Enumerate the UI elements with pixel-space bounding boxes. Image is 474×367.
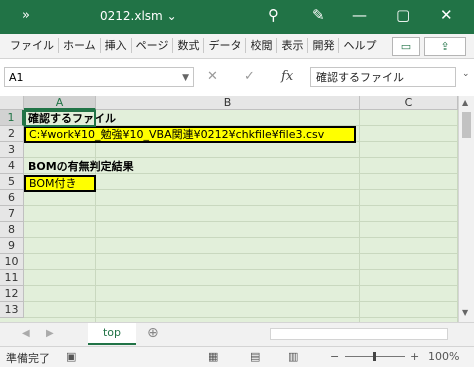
brush-icon[interactable]: ✎ <box>312 6 325 24</box>
status-bar: 準備完了 ▣ ▦ ▤ ▥ − + 100% <box>0 346 474 367</box>
tab-data[interactable]: データ <box>204 38 247 53</box>
accessibility-icon[interactable]: ▣ <box>66 350 76 363</box>
scroll-down-icon[interactable]: ▼ <box>462 308 468 317</box>
column-header-c[interactable]: C <box>360 96 458 110</box>
row-header-13[interactable]: 13 <box>0 302 24 318</box>
active-cell-selection <box>24 110 96 127</box>
tab-page-layout[interactable]: ページ <box>132 38 174 53</box>
gridline <box>24 253 458 254</box>
vertical-scrollbar[interactable]: ▲ ▼ <box>458 96 474 322</box>
zoom-slider-handle[interactable] <box>373 352 376 361</box>
quick-access-toolbar-icon[interactable]: » <box>22 8 30 23</box>
window-title: 0212.xlsm ⌄ <box>100 9 177 23</box>
row-header-4[interactable]: 4 <box>0 158 24 174</box>
tab-review[interactable]: 校閲 <box>246 38 278 53</box>
cell-a5[interactable]: BOM付き <box>24 175 96 192</box>
zoom-out-icon[interactable]: − <box>330 350 339 363</box>
column-header-a[interactable]: A <box>24 96 96 110</box>
gridline <box>24 317 458 318</box>
gridline <box>24 157 458 158</box>
cell-a2[interactable]: C:¥work¥10_勉強¥10_VBA関連¥0212¥chkfile¥file… <box>24 126 356 143</box>
sheet-next-icon[interactable]: ▶ <box>46 328 54 339</box>
formula-input[interactable]: 確認するファイル <box>310 67 456 87</box>
sheet-tab-top[interactable]: top <box>88 323 136 345</box>
column-header-b[interactable]: B <box>96 96 360 110</box>
row-header-7[interactable]: 7 <box>0 206 24 222</box>
horizontal-scrollbar[interactable] <box>270 328 448 340</box>
row-header-12[interactable]: 12 <box>0 286 24 302</box>
restore-icon[interactable]: ▢ <box>396 6 410 24</box>
gridline <box>24 269 458 270</box>
page-break-view-icon[interactable]: ▥ <box>288 350 298 363</box>
tab-insert[interactable]: 挿入 <box>101 38 132 53</box>
zoom-level[interactable]: 100% <box>428 350 459 363</box>
row-header-9[interactable]: 9 <box>0 238 24 254</box>
tab-home[interactable]: ホーム <box>59 38 101 53</box>
zoom-in-icon[interactable]: + <box>410 350 419 363</box>
row-header-5[interactable]: 5 <box>0 174 24 190</box>
row-header-10[interactable]: 10 <box>0 254 24 270</box>
minimize-icon[interactable]: — <box>352 6 367 24</box>
name-box-dropdown-icon[interactable]: ▼ <box>182 68 189 88</box>
row-header-3[interactable]: 3 <box>0 142 24 158</box>
name-box-value: A1 <box>9 71 24 84</box>
formula-bar: A1 ▼ ✕ ✓ fx 確認するファイル ⌄ <box>0 60 474 94</box>
tab-help[interactable]: ヘルプ <box>339 38 380 53</box>
share-icon[interactable]: ⇪ <box>424 37 466 56</box>
gridline <box>24 221 458 222</box>
tab-view[interactable]: 表示 <box>277 38 309 53</box>
search-icon[interactable]: ⚲ <box>268 6 279 24</box>
tab-file[interactable]: ファイル <box>6 38 59 53</box>
gridline <box>24 301 458 302</box>
comment-icon[interactable]: ▭ <box>392 37 420 56</box>
ribbon-tabs: ファイル ホーム 挿入 ページ 数式 データ 校閲 表示 開発 ヘルプ ▭ ⇪ <box>0 34 474 59</box>
page-layout-view-icon[interactable]: ▤ <box>250 350 260 363</box>
title-dropdown-icon[interactable]: ⌄ <box>167 9 177 23</box>
add-sheet-icon[interactable]: ⊕ <box>147 325 159 341</box>
close-icon[interactable]: ✕ <box>440 6 453 24</box>
row-header-11[interactable]: 11 <box>0 270 24 286</box>
name-box[interactable]: A1 ▼ <box>4 67 194 87</box>
vertical-scroll-thumb[interactable] <box>462 112 471 138</box>
row-header-6[interactable]: 6 <box>0 190 24 206</box>
tab-developer[interactable]: 開発 <box>308 38 340 53</box>
status-ready: 準備完了 <box>6 352 50 365</box>
row-header-8[interactable]: 8 <box>0 222 24 238</box>
sheet-prev-icon[interactable]: ◀ <box>22 328 30 339</box>
gridline <box>24 205 458 206</box>
enter-icon[interactable]: ✓ <box>244 69 255 84</box>
tab-formulas[interactable]: 数式 <box>173 38 205 53</box>
file-name: 0212.xlsm <box>100 9 163 23</box>
gridline <box>24 237 458 238</box>
insert-function-icon[interactable]: fx <box>281 69 293 84</box>
normal-view-icon[interactable]: ▦ <box>208 350 218 363</box>
gridline <box>24 285 458 286</box>
title-bar: » 0212.xlsm ⌄ ⚲ ✎ — ▢ ✕ <box>0 0 474 34</box>
worksheet-grid[interactable]: A B C 1 2 3 4 5 6 7 8 9 10 11 12 13 確認するファイル C:¥work¥1… <box>0 96 458 322</box>
scroll-up-icon[interactable]: ▲ <box>462 98 468 107</box>
row-header-1[interactable]: 1 <box>0 110 24 126</box>
cancel-icon[interactable]: ✕ <box>207 69 218 84</box>
sheet-tabs-bar: ◀ ▶ top ⊕ <box>0 322 474 346</box>
cell-a4[interactable]: BOMの有無判定結果 <box>25 159 325 174</box>
formula-expand-icon[interactable]: ⌄ <box>462 69 470 79</box>
row-header-2[interactable]: 2 <box>0 126 24 142</box>
select-all-corner[interactable] <box>0 96 24 110</box>
